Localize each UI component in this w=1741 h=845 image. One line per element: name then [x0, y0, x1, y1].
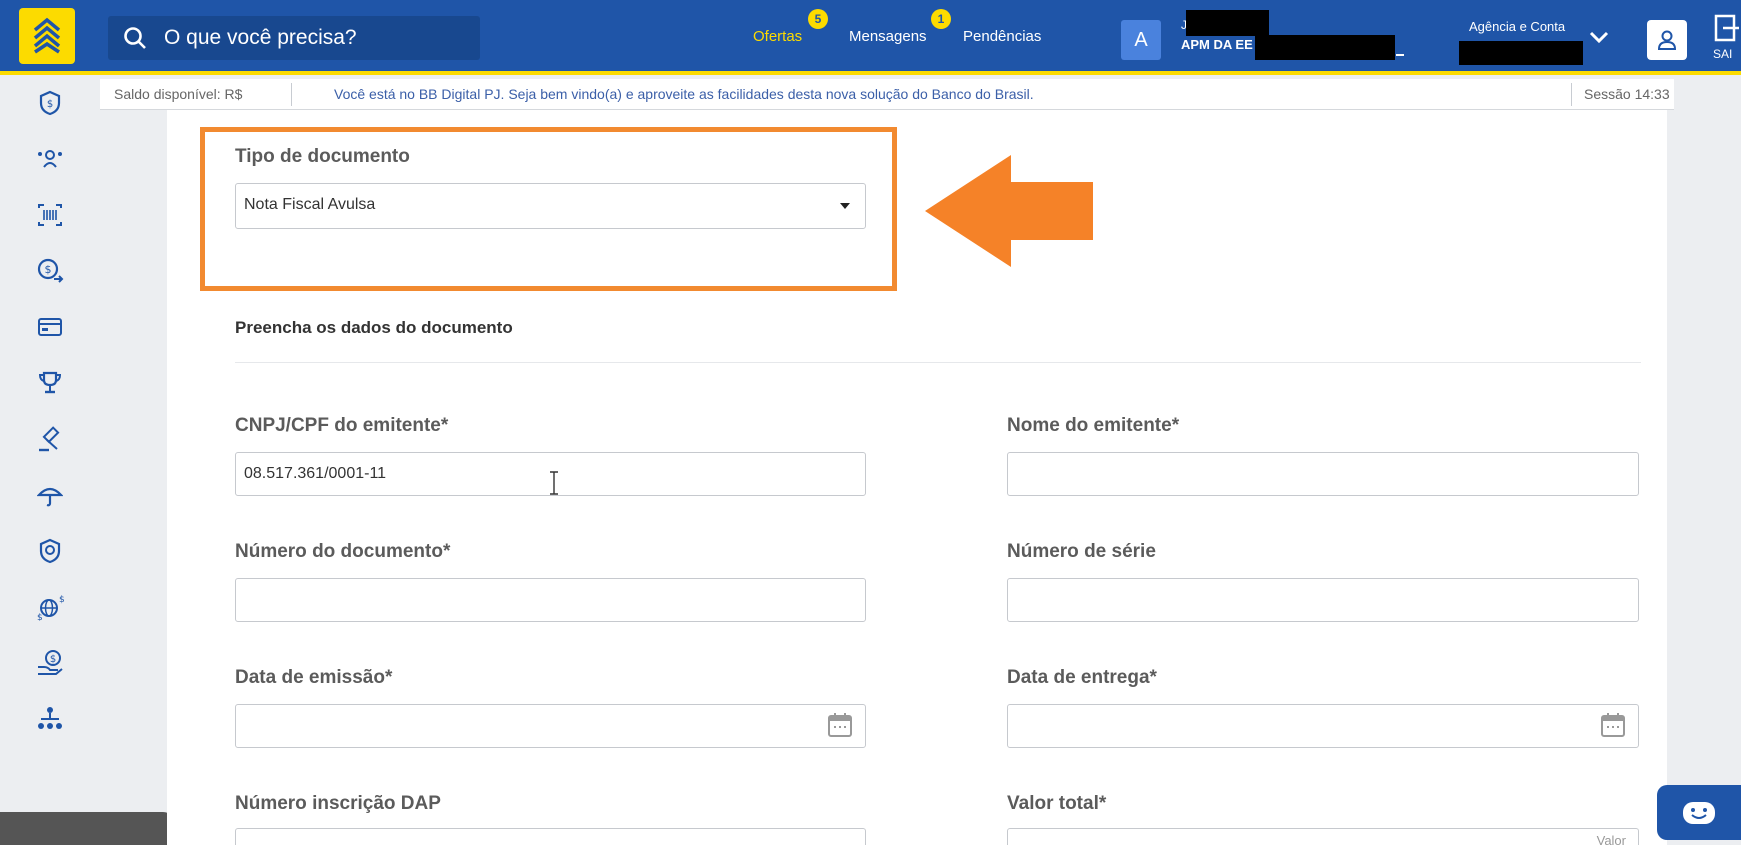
data-entrega-field[interactable]	[1007, 704, 1639, 748]
numero-serie-label: Número de série	[1007, 541, 1156, 562]
bb-logo-icon	[33, 17, 61, 54]
shield-money-icon[interactable]: $	[32, 85, 68, 121]
hand-money-icon[interactable]: $	[32, 645, 68, 681]
nome-emitente-label: Nome do emitente*	[1007, 415, 1180, 436]
data-entrega-label: Data de entrega*	[1007, 667, 1157, 688]
numero-documento-field[interactable]	[235, 578, 866, 622]
dap-label: Número inscrição DAP	[235, 793, 441, 814]
nav-pendencias[interactable]: Pendências	[963, 28, 1041, 45]
mensagens-badge: 1	[931, 9, 951, 29]
cnpj-label: CNPJ/CPF do emitente*	[235, 415, 449, 436]
numero-documento-label: Número do documento*	[235, 541, 451, 562]
profile-button[interactable]	[1647, 20, 1687, 60]
redacted-account	[1459, 41, 1583, 65]
search-input[interactable]: O que você precisa?	[108, 16, 480, 60]
cnpj-value: 08.517.361/0001-11	[244, 465, 387, 482]
name-tail	[1396, 54, 1404, 56]
company-name: APM DA EE	[1181, 37, 1253, 52]
valor-placeholder: Valor	[1596, 833, 1626, 845]
valor-total-field[interactable]: Valor	[1007, 828, 1639, 845]
global-money-icon[interactable]: $ $	[32, 589, 68, 625]
nome-emitente-field[interactable]	[1007, 452, 1639, 496]
session-timer: Sessão 14:33	[1584, 86, 1670, 102]
dap-field[interactable]	[235, 828, 866, 845]
divider	[291, 83, 292, 106]
valor-total-label: Valor total*	[1007, 793, 1107, 814]
ofertas-badge: 5	[808, 9, 828, 29]
sidebar: $ $ $ $ $	[0, 79, 175, 845]
chat-assistant-button[interactable]	[1657, 785, 1741, 840]
svg-text:$: $	[47, 99, 53, 110]
org-chart-icon[interactable]	[32, 701, 68, 737]
umbrella-icon[interactable]	[32, 477, 68, 513]
sair-button[interactable]: SAI	[1713, 13, 1741, 63]
welcome-message: Você está no BB Digital PJ. Seja bem vin…	[334, 86, 1034, 102]
saldo-label: Saldo disponível: R$	[114, 86, 243, 102]
nav-ofertas[interactable]: Ofertas	[753, 28, 802, 45]
sair-label: SAI	[1713, 47, 1733, 61]
company-avatar[interactable]: A	[1121, 20, 1161, 60]
top-bar: O que você precisa? Ofertas 5 Mensagens …	[0, 0, 1741, 75]
text-cursor-icon	[550, 471, 558, 495]
info-bar: Saldo disponível: R$ Você está no BB Dig…	[100, 79, 1674, 110]
card-icon[interactable]	[32, 309, 68, 345]
numero-serie-field[interactable]	[1007, 578, 1639, 622]
logout-icon	[1714, 14, 1739, 42]
trophy-icon[interactable]	[32, 365, 68, 401]
calendar-icon[interactable]	[1600, 711, 1626, 739]
barcode-icon[interactable]	[32, 197, 68, 233]
search-icon	[124, 27, 146, 49]
svg-text:$: $	[37, 613, 43, 621]
arrow-left-icon	[925, 155, 1093, 267]
horizontal-scrollbar[interactable]	[0, 812, 175, 845]
agencia-conta-label[interactable]: Agência e Conta	[1469, 19, 1565, 34]
chevron-down-icon[interactable]	[1589, 30, 1609, 44]
data-emissao-field[interactable]	[235, 704, 866, 748]
redacted-company	[1255, 35, 1395, 60]
svg-text:$: $	[59, 595, 64, 605]
svg-text:$: $	[45, 263, 52, 276]
user-icon	[1657, 30, 1677, 50]
svg-text:$: $	[50, 654, 56, 665]
highlight-box	[200, 127, 897, 291]
people-icon[interactable]	[32, 141, 68, 177]
smile-icon	[1683, 801, 1715, 824]
section-title: Preencha os dados do documento	[235, 318, 513, 337]
section-divider	[235, 362, 1641, 363]
nav-mensagens[interactable]: Mensagens	[849, 28, 927, 45]
auction-icon[interactable]	[32, 421, 68, 457]
badge-shield-icon[interactable]	[32, 533, 68, 569]
bb-logo[interactable]	[19, 8, 75, 64]
search-placeholder: O que você precisa?	[164, 26, 357, 49]
coin-transfer-icon[interactable]: $	[32, 253, 68, 289]
right-gutter	[1667, 110, 1741, 845]
redacted-name	[1186, 10, 1269, 36]
divider	[1571, 83, 1572, 106]
calendar-icon[interactable]	[827, 711, 853, 739]
data-emissao-label: Data de emissão*	[235, 667, 393, 688]
